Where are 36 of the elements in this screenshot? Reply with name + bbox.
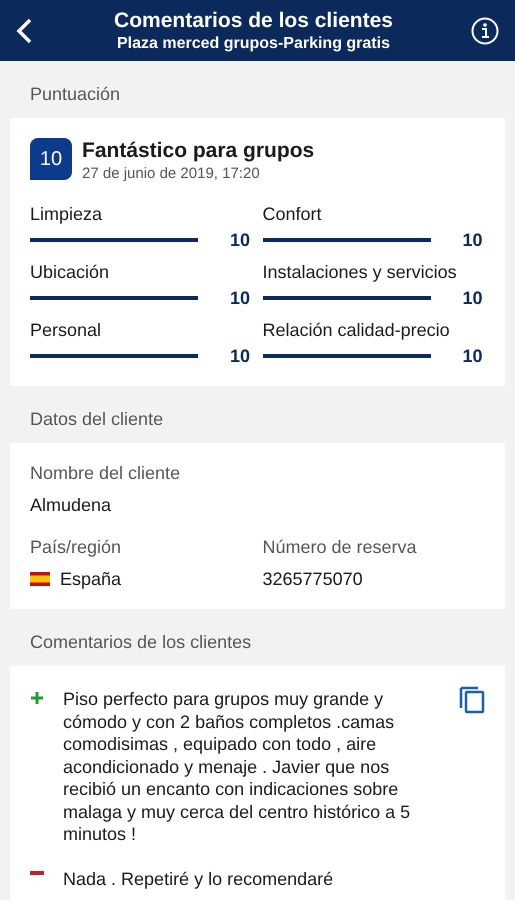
copy-button[interactable] bbox=[459, 686, 485, 714]
category-label: Personal bbox=[30, 319, 102, 342]
category-score: 10 bbox=[461, 287, 482, 310]
spain-flag-icon bbox=[30, 572, 50, 586]
section-heading: Comentarios de los clientes bbox=[29, 631, 252, 654]
category-score: 10 bbox=[228, 345, 250, 368]
booking-number: 3265775070 bbox=[262, 568, 364, 591]
section-heading: Puntuación bbox=[29, 83, 122, 106]
category-label: Ubicación bbox=[30, 261, 110, 284]
plus-icon bbox=[30, 691, 44, 705]
copy-icon bbox=[459, 686, 485, 714]
comment-text: Nada . Repetiré y lo recomendaré bbox=[63, 868, 334, 890]
category-score: 10 bbox=[461, 229, 482, 252]
minus-icon bbox=[30, 870, 44, 874]
category-label: Relación calidad-precio bbox=[262, 319, 451, 342]
category-score: 10 bbox=[228, 287, 250, 310]
field-label: País/región bbox=[30, 536, 122, 559]
field-label: Número de reserva bbox=[262, 536, 418, 559]
review-date: 27 de junio de 2019, 17:20 bbox=[82, 164, 261, 184]
category-label: Confort bbox=[262, 203, 323, 226]
screen-title: Comentarios de los clientes bbox=[114, 8, 393, 34]
info-icon bbox=[471, 16, 499, 44]
score-badge: 10 bbox=[30, 138, 72, 180]
category-score: 10 bbox=[228, 229, 250, 252]
category-score: 10 bbox=[461, 345, 482, 368]
review-headline: Fantástico para grupos bbox=[82, 138, 314, 164]
guest-country: España bbox=[60, 568, 122, 591]
info-button[interactable] bbox=[471, 16, 499, 44]
comment-text: Piso perfecto para grupos muy grande y cómodo y con 2 baños completos .camas comodisimas , equipado con todo , aire acondicionado y menaje . Javier que nos recibió un encanto con indicaciones sobre malaga y muy cerca del centro histórico a 5 minutos ! bbox=[63, 688, 412, 846]
guest-name: Almudena bbox=[30, 494, 112, 517]
property-name: Plaza merced grupos-Parking gratis bbox=[117, 34, 390, 54]
field-label: Nombre del cliente bbox=[30, 462, 182, 485]
section-heading: Datos del cliente bbox=[29, 408, 164, 431]
category-label: Instalaciones y servicios bbox=[262, 261, 458, 284]
category-label: Limpieza bbox=[30, 203, 104, 226]
back-icon bbox=[16, 18, 32, 44]
